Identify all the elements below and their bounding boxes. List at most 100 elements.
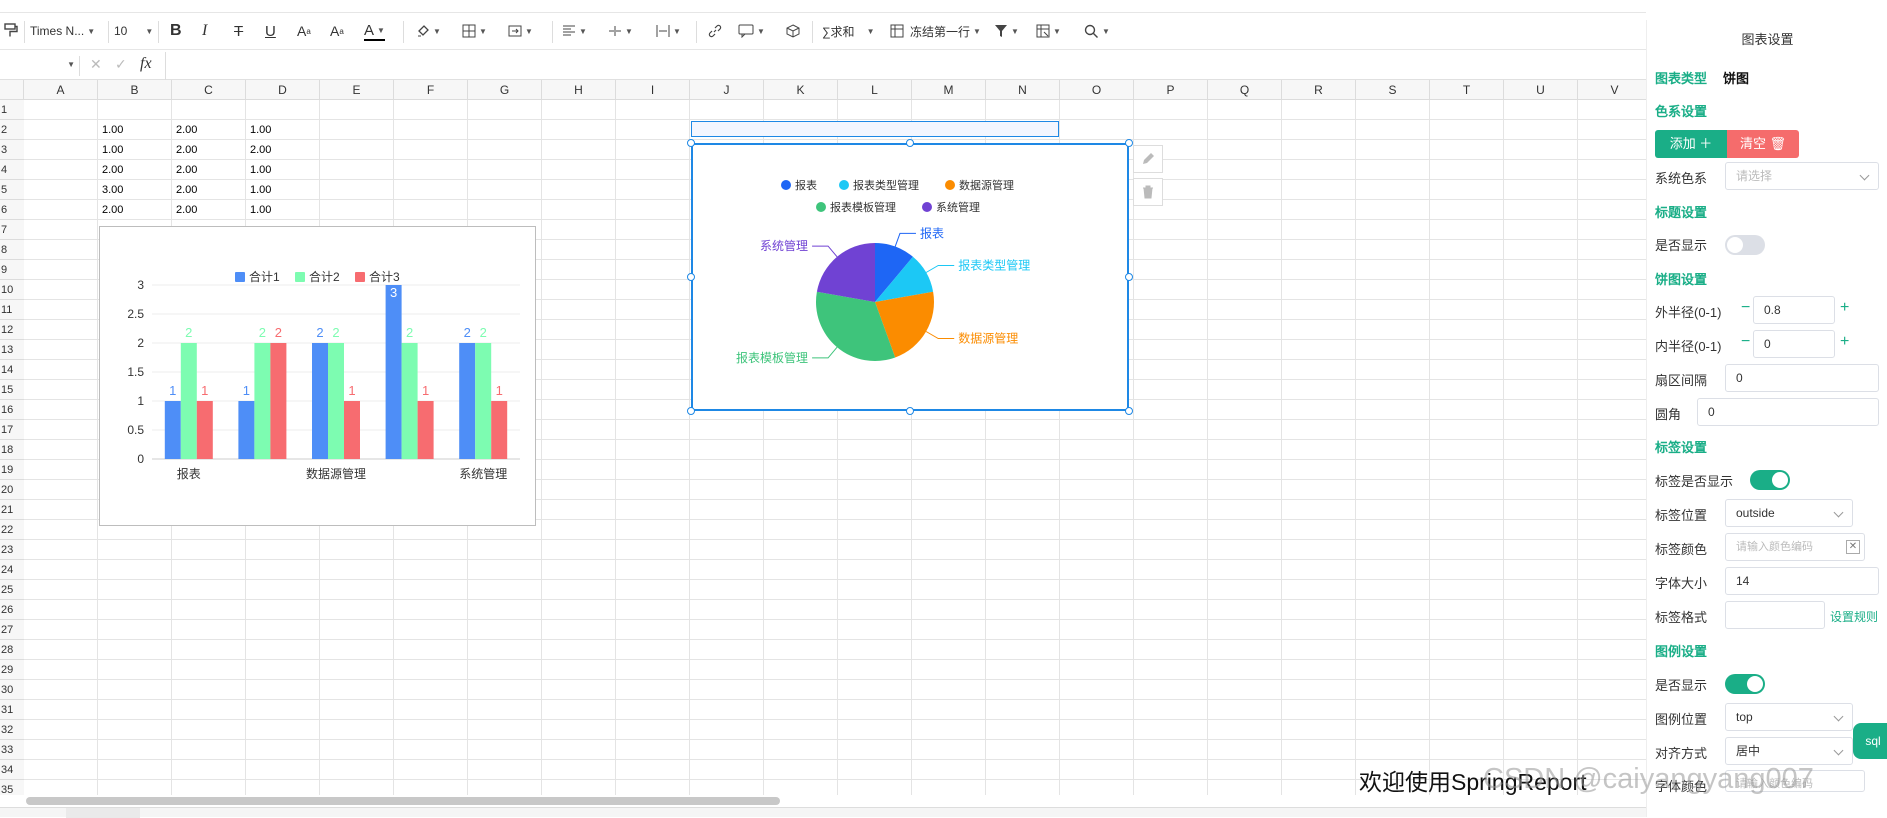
cell-name-box[interactable]: ▼ <box>0 56 80 76</box>
column-header[interactable]: C <box>172 80 246 100</box>
row-header[interactable]: 22 <box>0 520 24 540</box>
font-family-select[interactable]: Times N... ▼ <box>30 21 95 41</box>
row-header[interactable]: 31 <box>0 700 24 720</box>
bold-icon[interactable]: B <box>170 21 182 41</box>
column-header[interactable]: K <box>764 80 838 100</box>
column-header[interactable]: P <box>1134 80 1208 100</box>
row-header[interactable]: 17 <box>0 420 24 440</box>
column-header[interactable]: B <box>98 80 172 100</box>
column-header[interactable]: Q <box>1208 80 1282 100</box>
fill-color-icon[interactable]: ▼ <box>416 21 441 41</box>
label-format-input[interactable] <box>1725 601 1825 629</box>
inner-radius-increase[interactable]: + <box>1840 333 1849 351</box>
vertical-align-icon[interactable]: ▼ <box>608 21 633 41</box>
sum-button[interactable]: ∑求和 ▼ <box>822 21 874 41</box>
row-header[interactable]: 2 <box>0 120 24 140</box>
cell-C5[interactable]: 2.00 <box>176 180 197 200</box>
cancel-icon[interactable]: ✕ <box>90 56 102 73</box>
column-header[interactable]: M <box>912 80 986 100</box>
comment-icon[interactable]: ▼ <box>738 21 765 41</box>
row-header[interactable]: 34 <box>0 760 24 780</box>
row-header[interactable]: 4 <box>0 160 24 180</box>
cell-D3[interactable]: 2.00 <box>250 140 271 160</box>
horizontal-align-icon[interactable]: ▼ <box>562 21 587 41</box>
underline-icon[interactable]: U <box>265 21 276 41</box>
cell-C4[interactable]: 2.00 <box>176 160 197 180</box>
spreadsheet-grid[interactable]: ABCDEFGHIJKLMNOPQRSTUV 1 2 3 4 5 6 7 8 9 10 11 12 13… <box>0 80 1646 795</box>
superscript-icon[interactable]: Aa <box>330 21 344 41</box>
row-header[interactable]: 16 <box>0 400 24 420</box>
italic-icon[interactable]: I <box>202 21 207 41</box>
sql-button[interactable]: sql <box>1853 723 1887 759</box>
clear-color-icon[interactable]: ✕ <box>1846 540 1860 554</box>
column-header[interactable]: R <box>1282 80 1356 100</box>
gap-input[interactable]: 0 <box>1725 364 1879 392</box>
strikethrough-icon[interactable]: T <box>234 21 243 41</box>
row-header[interactable]: 26 <box>0 600 24 620</box>
merge-cells-icon[interactable]: ▼ <box>508 21 533 41</box>
column-header[interactable]: G <box>468 80 542 100</box>
selected-range[interactable] <box>691 121 1059 137</box>
row-header[interactable]: 18 <box>0 440 24 460</box>
row-header[interactable]: 3 <box>0 140 24 160</box>
link-icon[interactable] <box>708 21 722 41</box>
subscript-icon[interactable]: Aa <box>297 21 311 41</box>
row-header[interactable]: 35 <box>0 780 24 795</box>
title-show-toggle[interactable] <box>1725 235 1765 255</box>
column-header[interactable]: N <box>986 80 1060 100</box>
row-header[interactable]: 23 <box>0 540 24 560</box>
chart-type-value[interactable]: 饼图 <box>1723 68 1749 87</box>
label-show-toggle[interactable] <box>1750 470 1790 490</box>
column-header[interactable]: F <box>394 80 468 100</box>
row-header[interactable]: 19 <box>0 460 24 480</box>
cell-B2[interactable]: 1.00 <box>102 120 123 140</box>
column-header[interactable]: I <box>616 80 690 100</box>
corner-input[interactable]: 0 <box>1697 398 1879 426</box>
legend-position-select[interactable]: top <box>1725 703 1853 731</box>
row-header[interactable]: 11 <box>0 300 24 320</box>
font-color-icon[interactable]: A ▼ <box>364 21 385 41</box>
cell-C6[interactable]: 2.00 <box>176 200 197 220</box>
row-header[interactable]: 21 <box>0 500 24 520</box>
row-header[interactable]: 25 <box>0 580 24 600</box>
row-header[interactable]: 5 <box>0 180 24 200</box>
format-painter-icon[interactable] <box>4 21 18 41</box>
confirm-icon[interactable]: ✓ <box>115 56 127 73</box>
column-header[interactable]: S <box>1356 80 1430 100</box>
row-header[interactable]: 28 <box>0 640 24 660</box>
set-rule-link[interactable]: 设置规则 <box>1830 608 1878 625</box>
freeze-button[interactable]: 冻结第一行 ▼ <box>890 21 981 41</box>
cell-B6[interactable]: 2.00 <box>102 200 123 220</box>
row-header[interactable]: 9 <box>0 260 24 280</box>
cell-D2[interactable]: 1.00 <box>250 120 271 140</box>
corner-header[interactable] <box>0 80 24 100</box>
row-header[interactable]: 33 <box>0 740 24 760</box>
column-header[interactable]: J <box>690 80 764 100</box>
search-icon[interactable]: ▼ <box>1084 21 1110 41</box>
column-header[interactable]: V <box>1578 80 1646 100</box>
cell-B4[interactable]: 2.00 <box>102 160 123 180</box>
edit-chart-button[interactable] <box>1133 145 1163 173</box>
system-color-select[interactable]: 请选择 <box>1725 162 1879 190</box>
font-size-input[interactable]: 14 <box>1725 567 1879 595</box>
column-header[interactable]: L <box>838 80 912 100</box>
align-select[interactable]: 居中 <box>1725 737 1853 765</box>
row-header[interactable]: 30 <box>0 680 24 700</box>
delete-chart-button[interactable] <box>1133 178 1163 206</box>
cell-D4[interactable]: 1.00 <box>250 160 271 180</box>
add-color-button[interactable]: 添加 ＋ <box>1655 130 1727 158</box>
row-header[interactable]: 27 <box>0 620 24 640</box>
column-header[interactable]: E <box>320 80 394 100</box>
row-header[interactable]: 24 <box>0 560 24 580</box>
outer-radius-input[interactable]: 0.8 <box>1753 296 1835 324</box>
row-header[interactable]: 15 <box>0 380 24 400</box>
conditional-format-icon[interactable]: ▼ <box>1036 21 1061 41</box>
cell-B5[interactable]: 3.00 <box>102 180 123 200</box>
legend-show-toggle[interactable] <box>1725 674 1765 694</box>
label-position-select[interactable]: outside <box>1725 499 1853 527</box>
row-header[interactable]: 1 <box>0 100 24 120</box>
row-header[interactable]: 7 <box>0 220 24 240</box>
scrollbar-thumb[interactable] <box>26 797 780 805</box>
inner-radius-input[interactable]: 0 <box>1753 330 1835 358</box>
column-header[interactable]: O <box>1060 80 1134 100</box>
